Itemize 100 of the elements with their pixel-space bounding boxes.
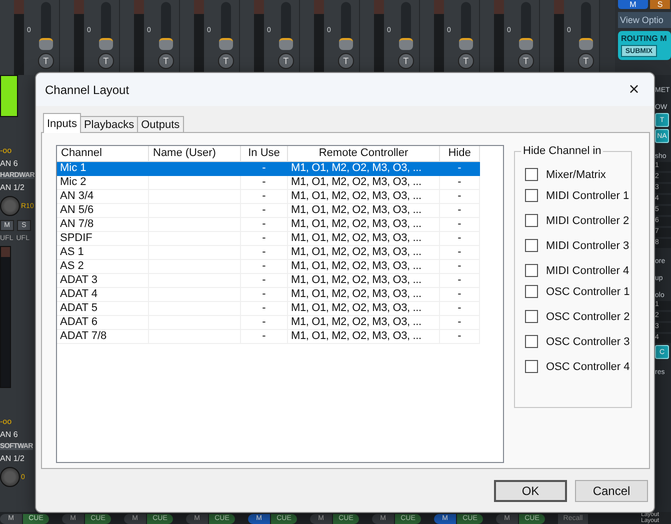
- window-title: Channel Layout: [45, 82, 130, 96]
- table-cell: AN 3/4: [57, 190, 149, 204]
- fader[interactable]: [160, 2, 171, 47]
- checkbox-label: Mixer/Matrix: [546, 168, 606, 180]
- table-row[interactable]: ADAT 7/8 - M1, O1, M2, O2, M3, O3, ... -: [57, 330, 480, 344]
- column-header[interactable]: Name (User): [149, 146, 241, 162]
- tab[interactable]: Inputs: [43, 113, 81, 133]
- table-cell: M1, O1, M2, O2, M3, O3, ...: [288, 176, 440, 190]
- table-cell: -: [241, 316, 288, 330]
- column-header[interactable]: In Use: [241, 146, 288, 162]
- trim-button[interactable]: T: [278, 53, 294, 69]
- column-header[interactable]: Remote Controller: [288, 146, 440, 162]
- table-cell: -: [440, 274, 480, 288]
- checkbox[interactable]: [525, 335, 538, 348]
- group-title: Hide Channel in: [521, 145, 604, 157]
- trim-button[interactable]: T: [518, 53, 534, 69]
- table-row[interactable]: AN 7/8 - M1, O1, M2, O2, M3, O3, ... -: [57, 218, 480, 232]
- column-header[interactable]: Hide: [440, 146, 480, 162]
- table-cell: M1, O1, M2, O2, M3, O3, ...: [288, 232, 440, 246]
- table-cell: -: [440, 176, 480, 190]
- level-reading: -oo: [0, 417, 12, 426]
- table-row[interactable]: AN 3/4 - M1, O1, M2, O2, M3, O3, ... -: [57, 190, 480, 204]
- cancel-button[interactable]: Cancel: [575, 480, 648, 502]
- checkbox-label: MIDI Controller 2: [546, 214, 630, 226]
- fader[interactable]: [220, 2, 231, 47]
- table-cell: -: [241, 330, 288, 344]
- checkbox-label: OSC Controller 2: [546, 310, 630, 322]
- pan-knob[interactable]: [0, 196, 20, 216]
- trim-button[interactable]: T: [158, 53, 174, 69]
- table-cell: -: [440, 204, 480, 218]
- table-cell: M1, O1, M2, O2, M3, O3, ...: [288, 218, 440, 232]
- table-row[interactable]: AS 2 - M1, O1, M2, O2, M3, O3, ... -: [57, 260, 480, 274]
- fader[interactable]: [580, 2, 591, 47]
- table-cell: -: [440, 260, 480, 274]
- channel-label: AN 1/2: [0, 183, 24, 192]
- table-cell: ADAT 5: [57, 302, 149, 316]
- table-row[interactable]: Mic 2 - M1, O1, M2, O2, M3, O3, ... -: [57, 176, 480, 190]
- table-row[interactable]: ADAT 5 - M1, O1, M2, O2, M3, O3, ... -: [57, 302, 480, 316]
- fader[interactable]: [100, 2, 111, 47]
- trim-button[interactable]: T: [98, 53, 114, 69]
- table-cell: -: [440, 232, 480, 246]
- solo-button[interactable]: S: [650, 0, 670, 9]
- checkbox[interactable]: [525, 168, 538, 181]
- table-cell: -: [440, 288, 480, 302]
- trim-button[interactable]: T: [338, 53, 354, 69]
- fader[interactable]: [340, 2, 351, 47]
- column-header[interactable]: Channel: [57, 146, 149, 162]
- table-cell: M1, O1, M2, O2, M3, O3, ...: [288, 204, 440, 218]
- checkbox-label: OSC Controller 4: [546, 360, 630, 372]
- table-cell: M1, O1, M2, O2, M3, O3, ...: [288, 190, 440, 204]
- table-cell: M1, O1, M2, O2, M3, O3, ...: [288, 302, 440, 316]
- checkbox[interactable]: [525, 285, 538, 298]
- table-cell: ADAT 3: [57, 274, 149, 288]
- table-row[interactable]: ADAT 6 - M1, O1, M2, O2, M3, O3, ... -: [57, 316, 480, 330]
- trim-button[interactable]: T: [38, 53, 54, 69]
- table-row[interactable]: ADAT 4 - M1, O1, M2, O2, M3, O3, ... -: [57, 288, 480, 302]
- fader[interactable]: [460, 2, 471, 47]
- checkbox[interactable]: [525, 310, 538, 323]
- checkbox[interactable]: [525, 360, 538, 373]
- table-cell: M1, O1, M2, O2, M3, O3, ...: [288, 316, 440, 330]
- checkbox[interactable]: [525, 264, 538, 277]
- table-row[interactable]: AS 1 - M1, O1, M2, O2, M3, O3, ... -: [57, 246, 480, 260]
- checkbox-label: MIDI Controller 1: [546, 190, 630, 202]
- close-button[interactable]: ×: [614, 73, 654, 106]
- table-cell: -: [241, 204, 288, 218]
- checkbox[interactable]: [525, 189, 538, 202]
- fader[interactable]: [400, 2, 411, 47]
- pan-knob[interactable]: [0, 467, 20, 487]
- table-cell: Mic 1: [57, 162, 149, 176]
- table-cell: -: [440, 190, 480, 204]
- fader[interactable]: [280, 2, 291, 47]
- table-cell: -: [440, 246, 480, 260]
- table-row[interactable]: AN 5/6 - M1, O1, M2, O2, M3, O3, ... -: [57, 204, 480, 218]
- table-cell: SPDIF: [57, 232, 149, 246]
- table-cell: M1, O1, M2, O2, M3, O3, ...: [288, 288, 440, 302]
- table-cell: -: [241, 302, 288, 316]
- table-cell: -: [440, 330, 480, 344]
- trim-button[interactable]: T: [578, 53, 594, 69]
- trim-button[interactable]: T: [218, 53, 234, 69]
- trim-button[interactable]: T: [458, 53, 474, 69]
- table-cell: AS 2: [57, 260, 149, 274]
- level-reading: -oo: [0, 146, 12, 155]
- fader[interactable]: [520, 2, 531, 47]
- table-row[interactable]: SPDIF - M1, O1, M2, O2, M3, O3, ... -: [57, 232, 480, 246]
- ok-button[interactable]: OK: [494, 480, 567, 502]
- table-cell: -: [241, 176, 288, 190]
- fader[interactable]: [40, 2, 51, 47]
- checkbox[interactable]: [525, 214, 538, 227]
- table-row[interactable]: ADAT 3 - M1, O1, M2, O2, M3, O3, ... -: [57, 274, 480, 288]
- trim-button[interactable]: T: [398, 53, 414, 69]
- table-cell: -: [241, 162, 288, 176]
- table-cell: -: [241, 190, 288, 204]
- view-options-header: View Optio: [618, 12, 671, 28]
- checkbox[interactable]: [525, 239, 538, 252]
- table-cell: ADAT 4: [57, 288, 149, 302]
- checkbox-label: OSC Controller 1: [546, 286, 630, 298]
- table-row[interactable]: Mic 1 - M1, O1, M2, O2, M3, O3, ... -: [57, 162, 480, 176]
- table-cell: AN 5/6: [57, 204, 149, 218]
- mute-button[interactable]: M: [618, 0, 648, 9]
- tab[interactable]: Outputs: [137, 116, 184, 133]
